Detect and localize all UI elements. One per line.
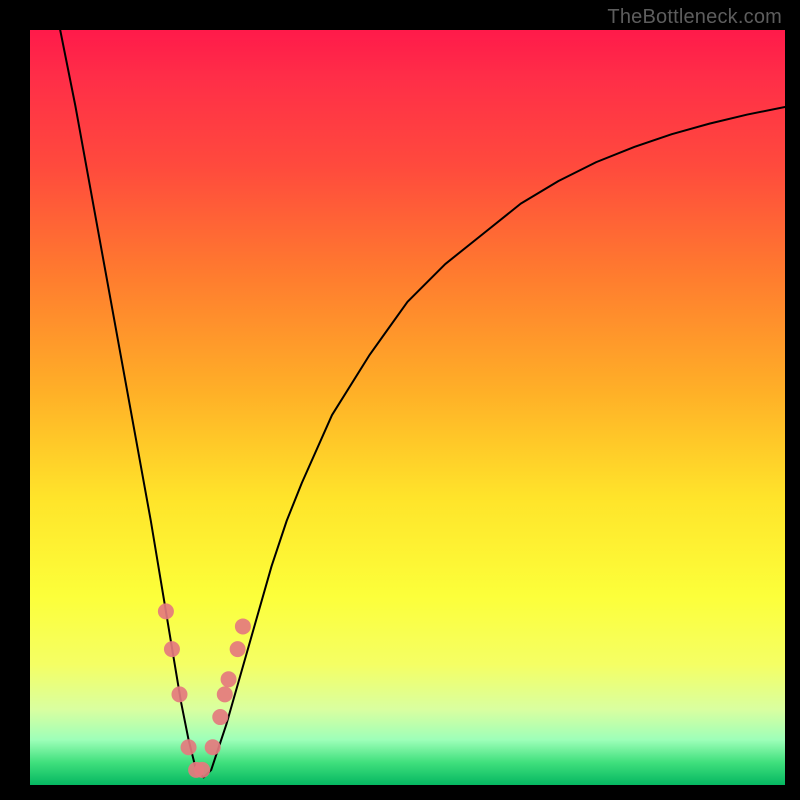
marker-dot	[221, 671, 237, 687]
marker-dot	[217, 686, 233, 702]
chart-frame: TheBottleneck.com	[0, 0, 800, 800]
marker-dot	[164, 641, 180, 657]
watermark-text: TheBottleneck.com	[607, 6, 782, 29]
bottleneck-curve	[60, 30, 785, 777]
marker-dot	[158, 603, 174, 619]
marker-dot	[230, 641, 246, 657]
marker-dot	[212, 709, 228, 725]
marker-dot	[171, 686, 187, 702]
marker-dot	[181, 739, 197, 755]
marker-dot	[205, 739, 221, 755]
marker-dot	[235, 618, 251, 634]
plot-area	[30, 30, 785, 785]
chart-svg	[30, 30, 785, 785]
marker-dot	[194, 762, 210, 778]
